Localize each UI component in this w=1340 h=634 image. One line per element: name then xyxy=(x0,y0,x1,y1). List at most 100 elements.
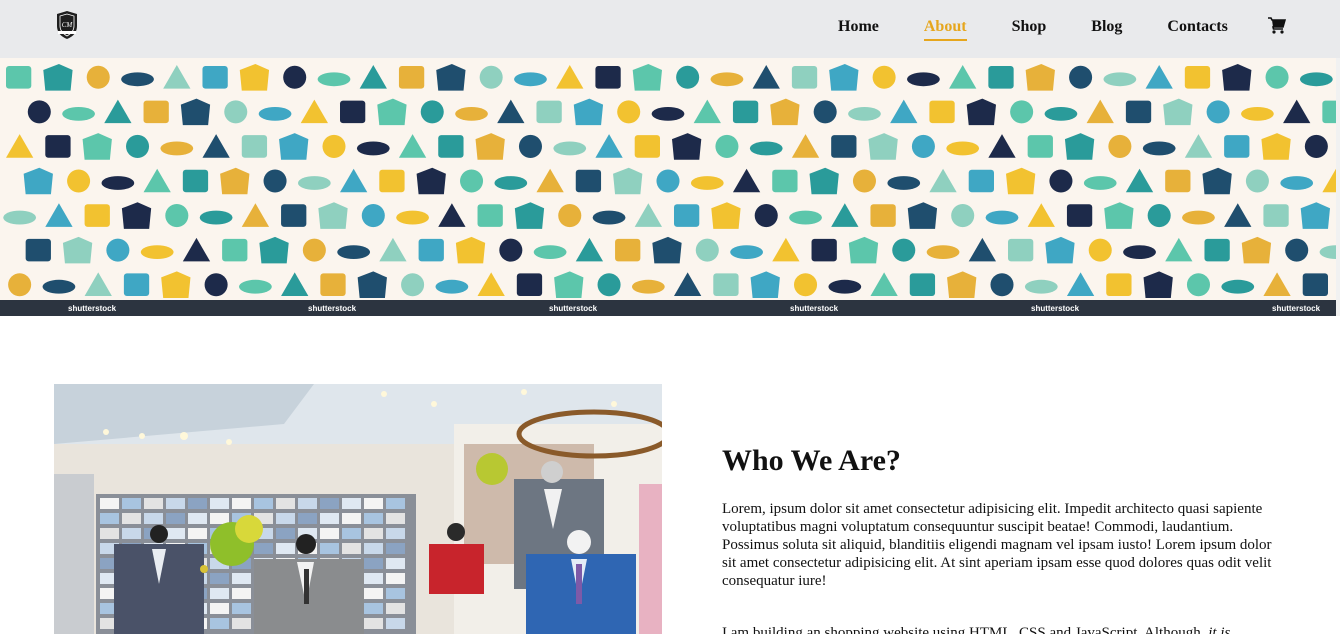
pattern-item-icon xyxy=(929,100,955,124)
pattern-item-icon xyxy=(202,134,230,158)
pattern-item-icon xyxy=(750,271,780,298)
pattern-item-icon xyxy=(554,271,584,298)
pattern-item-icon xyxy=(477,204,503,227)
pattern-item-icon xyxy=(263,169,287,193)
shirt-stack xyxy=(144,513,163,524)
pattern-item-icon xyxy=(533,245,567,260)
pattern-item-icon xyxy=(791,134,820,158)
pattern-item-icon xyxy=(1265,65,1289,89)
shirt-stack xyxy=(276,543,295,554)
pattern-item-icon xyxy=(848,106,881,121)
pattern-item-icon xyxy=(259,236,289,264)
pattern-item-icon xyxy=(220,167,250,195)
pattern-item-icon xyxy=(82,133,112,160)
pattern-item-icon xyxy=(693,99,721,124)
shirt-stack xyxy=(298,498,317,509)
pattern-item-icon xyxy=(165,204,189,228)
pattern-item-icon xyxy=(182,237,211,262)
pattern-item-icon xyxy=(62,236,93,264)
scrollbar[interactable] xyxy=(1336,58,1340,316)
shield-crest-logo[interactable]: CM xyxy=(54,10,80,40)
pattern-item-icon xyxy=(929,168,957,193)
about-paragraph-2-emphasis: it is xyxy=(1208,625,1231,634)
pattern-item-icon xyxy=(143,168,171,193)
watermark-text: shutterstock xyxy=(549,304,598,313)
pattern-item-icon xyxy=(438,203,466,227)
pattern-item-icon xyxy=(340,100,366,124)
pattern-item-icon xyxy=(163,65,191,89)
pattern-item-icon xyxy=(1322,100,1336,124)
pattern-item-icon xyxy=(202,66,228,89)
pattern-item-icon xyxy=(3,210,37,225)
pattern-item-icon xyxy=(359,65,387,89)
nav-home[interactable]: Home xyxy=(838,17,879,37)
pattern-item-icon xyxy=(494,176,528,190)
pattern-item-icon xyxy=(337,245,371,260)
pattern-item-icon xyxy=(809,167,839,195)
pattern-item-icon xyxy=(182,169,209,193)
shirt-stack xyxy=(122,513,141,524)
pattern-item-icon xyxy=(968,237,996,262)
pattern-item-icon xyxy=(556,65,584,89)
pattern-item-icon xyxy=(258,106,292,121)
pattern-item-icon xyxy=(1241,236,1272,264)
pattern-item-icon xyxy=(1086,99,1114,124)
pattern-item-icon xyxy=(558,204,582,228)
pattern-item-icon xyxy=(379,237,407,262)
pattern-item-icon xyxy=(1045,236,1075,264)
pattern-item-icon xyxy=(1283,99,1311,124)
pattern-item-icon xyxy=(949,65,977,89)
shirt-stack xyxy=(188,513,207,524)
pattern-item-icon xyxy=(460,169,484,193)
watermark-text: shutterstock xyxy=(1031,304,1080,313)
pattern-item-icon xyxy=(1108,134,1132,158)
shirt-stack xyxy=(342,513,361,524)
shirt-stack xyxy=(342,528,361,539)
nav-blog[interactable]: Blog xyxy=(1091,17,1122,37)
pattern-item-icon xyxy=(1145,65,1173,89)
pattern-item-icon xyxy=(1125,168,1154,193)
pattern-item-icon xyxy=(595,134,623,158)
shirt-stack xyxy=(364,618,383,629)
pattern-item-icon xyxy=(1104,202,1134,229)
pattern-item-icon xyxy=(420,100,444,124)
pattern-item-icon xyxy=(695,238,719,262)
pattern-item-icon xyxy=(1143,271,1173,298)
watermark-text: shutterstock xyxy=(308,304,357,313)
shirt-stack xyxy=(320,543,339,554)
pattern-item-icon xyxy=(1049,169,1073,193)
pattern-item-icon xyxy=(870,204,896,227)
pattern-item-icon xyxy=(67,169,91,193)
shirt-stack xyxy=(342,543,361,554)
pattern-item-icon xyxy=(1184,66,1211,89)
shirt-stack xyxy=(122,528,141,539)
pattern-item-icon xyxy=(455,236,486,264)
shirt-stack xyxy=(364,543,383,554)
shirt-stack xyxy=(320,513,339,524)
pattern-item-icon xyxy=(1319,245,1336,260)
nav-shop[interactable]: Shop xyxy=(1012,17,1047,37)
about-paragraph-1: Lorem, ipsum dolor sit amet consectetur … xyxy=(722,501,1272,589)
pattern-item-icon xyxy=(1069,65,1093,89)
pattern-item-icon xyxy=(690,176,724,190)
pattern-item-icon xyxy=(907,202,938,229)
pattern-item-icon xyxy=(1142,141,1176,156)
pattern-item-icon xyxy=(951,204,975,228)
pattern-item-icon xyxy=(126,134,150,158)
about-paragraph-2-text: I am building an shopping website using … xyxy=(722,625,1205,634)
nav-about[interactable]: About xyxy=(923,17,967,41)
pattern-item-icon xyxy=(300,99,328,124)
pattern-item-icon xyxy=(297,176,331,190)
pattern-item-icon xyxy=(890,99,918,124)
pattern-item-icon xyxy=(870,272,898,296)
pattern-item-icon xyxy=(1245,169,1269,193)
pattern-item-icon xyxy=(1224,203,1252,227)
nav-contacts[interactable]: Contacts xyxy=(1167,17,1227,37)
pattern-item-icon xyxy=(1222,64,1252,91)
pattern-item-icon xyxy=(713,273,739,296)
store-interior-image xyxy=(54,384,662,634)
shirt-stack xyxy=(364,528,383,539)
pattern-item-icon xyxy=(1300,202,1330,229)
shopping-cart-icon[interactable] xyxy=(1268,17,1286,35)
pattern-item-icon xyxy=(23,167,53,195)
